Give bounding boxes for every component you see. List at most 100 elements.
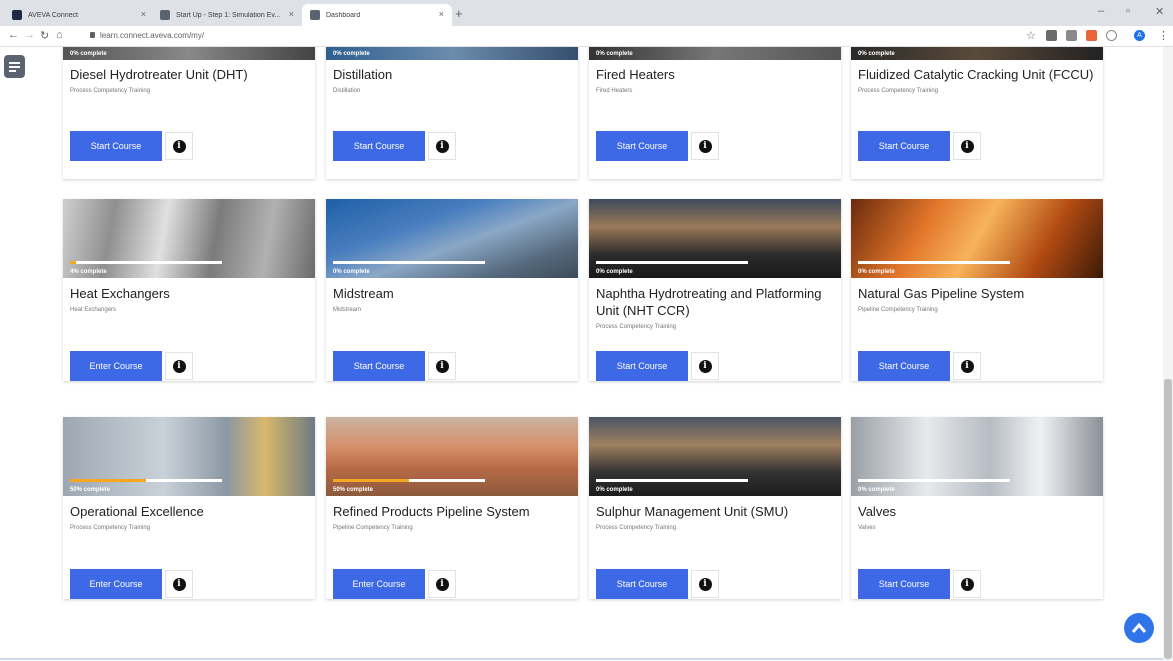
url-field[interactable]: learn.connect.aveva.com/my/	[100, 31, 204, 40]
window-close-icon[interactable]: ✕	[1155, 5, 1164, 18]
menu-icon[interactable]	[4, 55, 25, 78]
tab-close-icon[interactable]: ×	[439, 9, 444, 19]
extension-icon[interactable]	[1046, 30, 1057, 41]
home-icon[interactable]: ⌂	[56, 29, 63, 41]
browser-tab-start-up[interactable]: Start Up - Step 1: Simulation Ev... ×	[152, 4, 302, 26]
course-banner-image[interactable]: 0% complete	[589, 47, 841, 60]
progress-fill	[70, 261, 77, 264]
course-action-button[interactable]: Start Course	[333, 131, 425, 161]
course-info: Operational Excellence Process Competenc…	[70, 503, 310, 531]
course-banner-image[interactable]: 0% complete	[63, 47, 315, 60]
course-info: Refined Products Pipeline System Pipelin…	[333, 503, 573, 531]
course-title[interactable]: Naphtha Hydrotreating and Platforming Un…	[596, 285, 836, 319]
info-icon: i	[435, 139, 449, 153]
course-action-button[interactable]: Start Course	[858, 131, 950, 161]
course-title[interactable]: Distillation	[333, 66, 573, 83]
course-card: 0% complete Distillation Distillation St…	[326, 47, 578, 179]
course-banner-image[interactable]: 0% complete	[326, 47, 578, 60]
course-category: Pipeline Competency Training	[858, 307, 938, 313]
scroll-to-top-button[interactable]	[1124, 613, 1154, 643]
course-info-button[interactable]: i	[953, 570, 981, 598]
course-info-button[interactable]: i	[691, 132, 719, 160]
course-title[interactable]: Diesel Hydrotreater Unit (DHT)	[70, 66, 310, 83]
course-action-button[interactable]: Start Course	[70, 131, 162, 161]
course-info-button[interactable]: i	[165, 570, 193, 598]
progress-bar	[70, 261, 222, 264]
course-action-button[interactable]: Start Course	[596, 569, 688, 599]
course-info-button[interactable]: i	[428, 570, 456, 598]
course-banner-image[interactable]: 0% complete	[326, 199, 578, 278]
course-card: 0% complete Midstream Midstream Start Co…	[326, 199, 578, 381]
course-card: 0% complete Fired Heaters Fired Heaters …	[589, 47, 841, 179]
course-banner-image[interactable]: 4% complete	[63, 199, 315, 278]
course-info-button[interactable]: i	[428, 352, 456, 380]
course-info-button[interactable]: i	[691, 570, 719, 598]
course-banner-image[interactable]: 50% complete	[326, 417, 578, 496]
course-action-button[interactable]: Enter Course	[70, 351, 162, 381]
maximize-icon[interactable]: ▫	[1126, 5, 1130, 17]
profile-avatar[interactable]: A	[1134, 30, 1145, 41]
course-title[interactable]: Fired Heaters	[596, 66, 836, 83]
tab-close-icon[interactable]: ×	[141, 9, 146, 19]
course-action-button[interactable]: Start Course	[858, 351, 950, 381]
course-title[interactable]: Heat Exchangers	[70, 285, 310, 302]
course-category: Heat Exchangers	[70, 307, 117, 313]
info-icon: i	[960, 577, 974, 591]
course-title[interactable]: Sulphur Management Unit (SMU)	[596, 503, 836, 520]
tab-title: AVEVA Connect	[28, 11, 78, 19]
course-info-button[interactable]: i	[953, 132, 981, 160]
course-action-button[interactable]: Enter Course	[333, 569, 425, 599]
browser-menu-icon[interactable]: ⋮	[1158, 29, 1169, 42]
scrollbar-thumb[interactable]	[1164, 379, 1172, 659]
course-banner-image[interactable]: 0% complete	[589, 199, 841, 278]
course-info-button[interactable]: i	[953, 352, 981, 380]
browser-tab-aveva-connect[interactable]: AVEVA Connect ×	[4, 4, 154, 26]
bookmark-star-icon[interactable]: ☆	[1026, 29, 1036, 42]
course-title[interactable]: Natural Gas Pipeline System	[858, 285, 1098, 302]
course-banner-image[interactable]: 0% complete	[851, 417, 1103, 496]
extension-icon[interactable]	[1066, 30, 1077, 41]
reload-icon[interactable]: ↻	[40, 29, 49, 42]
extension-icon[interactable]	[1106, 30, 1117, 41]
course-card: 0% complete Valves Valves Start Course i	[851, 417, 1103, 599]
back-icon[interactable]: ←	[8, 29, 19, 41]
course-action-button[interactable]: Start Course	[596, 131, 688, 161]
tab-title: Start Up - Step 1: Simulation Ev...	[176, 11, 281, 19]
tab-title: Dashboard	[326, 11, 361, 19]
course-title[interactable]: Refined Products Pipeline System	[333, 503, 573, 520]
course-category: Fired Heaters	[596, 88, 633, 94]
course-action-button[interactable]: Start Course	[596, 351, 688, 381]
course-info-button[interactable]: i	[428, 132, 456, 160]
course-action-button[interactable]: Enter Course	[70, 569, 162, 599]
course-category: Process Competency Training	[858, 88, 939, 94]
course-title[interactable]: Valves	[858, 503, 1098, 520]
course-banner-image[interactable]: 0% complete	[589, 417, 841, 496]
course-action-button[interactable]: Start Course	[858, 569, 950, 599]
course-info-button[interactable]: i	[691, 352, 719, 380]
course-category: Valves	[858, 525, 876, 531]
course-category: Distillation	[333, 88, 361, 94]
tab-close-icon[interactable]: ×	[289, 9, 294, 19]
browser-tab-dashboard[interactable]: Dashboard ×	[302, 4, 452, 26]
course-title[interactable]: Fluidized Catalytic Cracking Unit (FCCU)	[858, 66, 1098, 83]
course-info-button[interactable]: i	[165, 132, 193, 160]
course-category: Process Competency Training	[70, 88, 151, 94]
progress-fill	[70, 479, 146, 482]
browser-tab-strip: AVEVA Connect × Start Up - Step 1: Simul…	[0, 0, 1173, 26]
course-info-button[interactable]: i	[165, 352, 193, 380]
scrollbar[interactable]	[1163, 47, 1173, 661]
minimize-icon[interactable]: –	[1098, 5, 1104, 17]
new-tab-button[interactable]: +	[455, 6, 463, 21]
course-card: 0% complete Fluidized Catalytic Cracking…	[851, 47, 1103, 179]
info-icon: i	[698, 359, 712, 373]
course-banner-image[interactable]: 0% complete	[851, 199, 1103, 278]
course-banner-image[interactable]: 0% complete	[851, 47, 1103, 60]
progress-bar	[596, 479, 748, 482]
course-title[interactable]: Operational Excellence	[70, 503, 310, 520]
info-icon: i	[960, 139, 974, 153]
course-title[interactable]: Midstream	[333, 285, 573, 302]
course-banner-image[interactable]: 50% complete	[63, 417, 315, 496]
forward-icon[interactable]: →	[24, 29, 35, 41]
extension-icon[interactable]	[1086, 30, 1097, 41]
course-action-button[interactable]: Start Course	[333, 351, 425, 381]
